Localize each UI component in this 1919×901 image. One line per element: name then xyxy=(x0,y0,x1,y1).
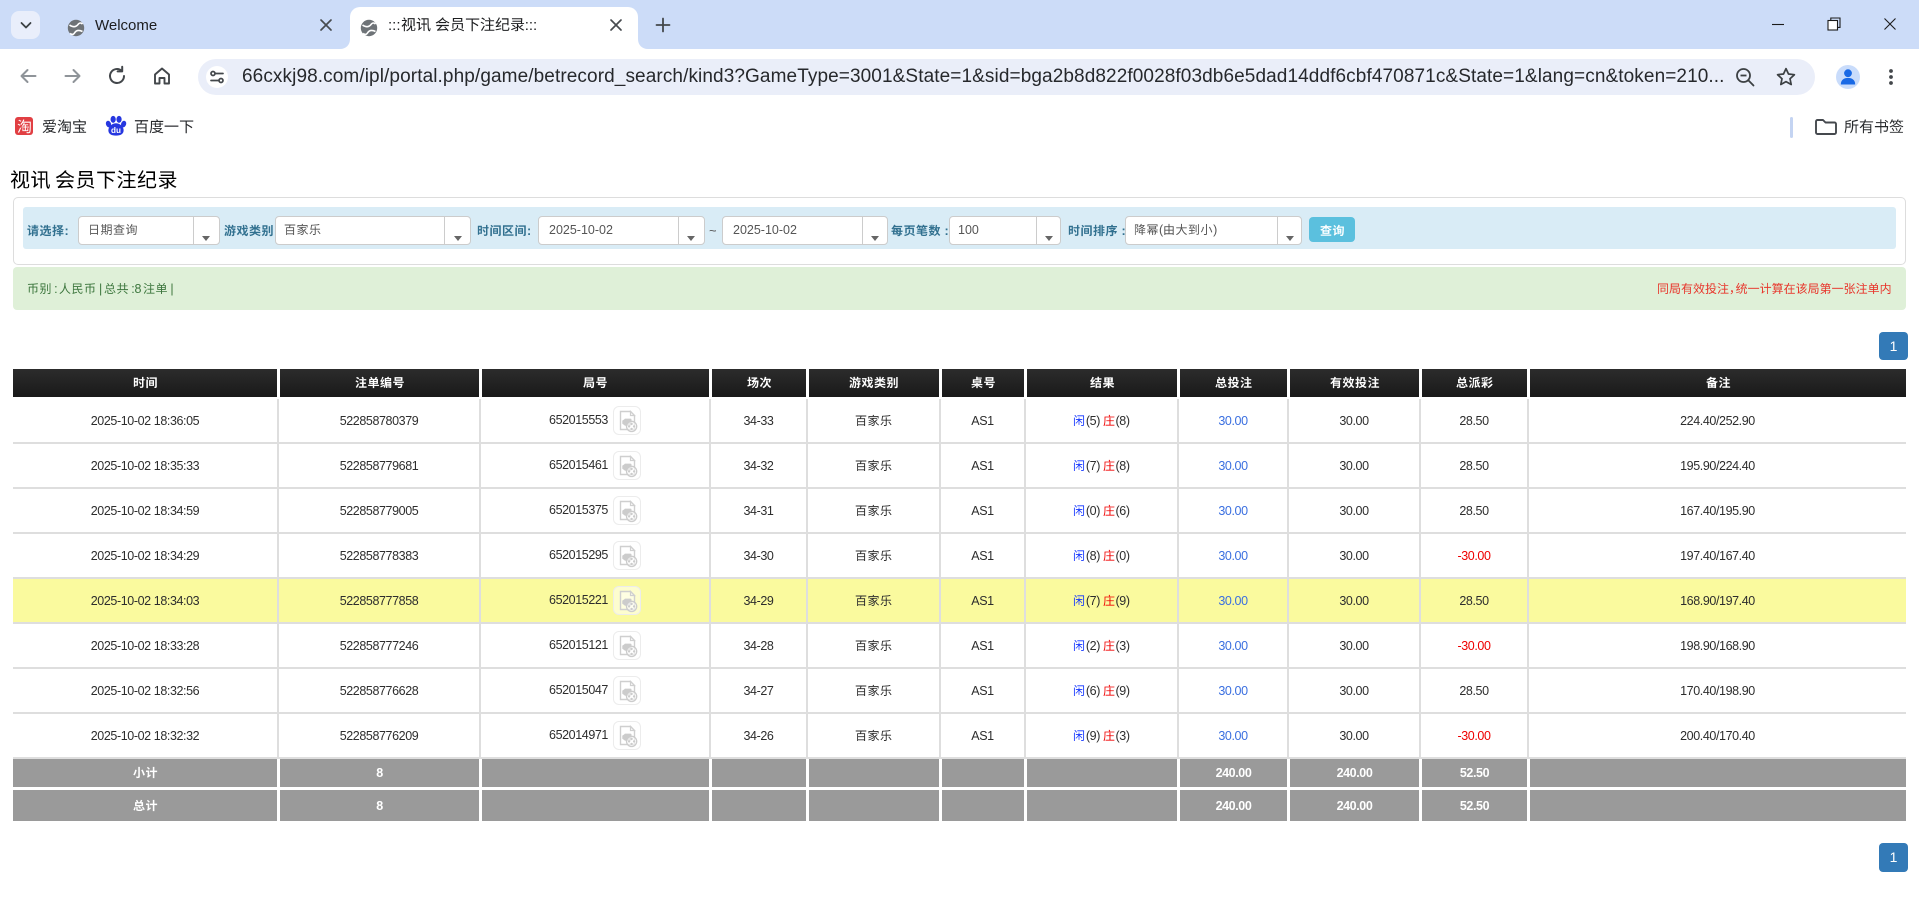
svg-text:du: du xyxy=(111,126,121,135)
